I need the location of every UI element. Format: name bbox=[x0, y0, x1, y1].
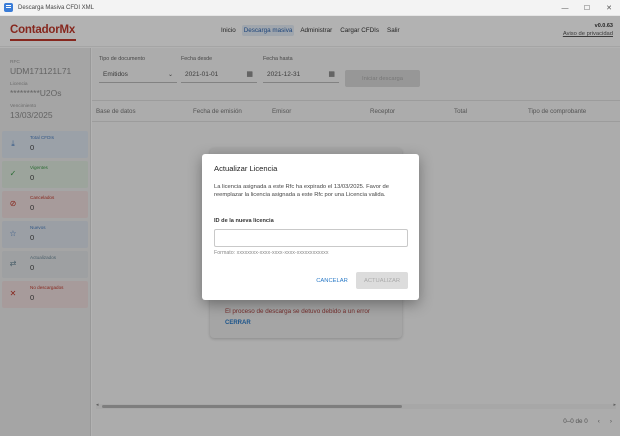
window-controls: — ☐ ✕ bbox=[554, 0, 620, 16]
cancel-button[interactable]: CANCELAR bbox=[314, 272, 350, 289]
dialog-message: La licencia asignada a este Rfc ha expir… bbox=[214, 184, 389, 198]
licencia-format-hint: Formato: xxxxxxxx-xxxx-xxxx-xxxx-xxxxxxx… bbox=[214, 250, 329, 256]
licencia-id-label: ID de la nueva licencia bbox=[214, 218, 274, 224]
minimize-button[interactable]: — bbox=[554, 0, 576, 16]
actualizar-licencia-dialog: Actualizar Licencia La licencia asignada… bbox=[202, 154, 419, 300]
licencia-id-input[interactable] bbox=[214, 229, 408, 247]
app-icon bbox=[4, 3, 13, 12]
maximize-button[interactable]: ☐ bbox=[576, 0, 598, 16]
title-bar: Descarga Masiva CFDI XML — ☐ ✕ bbox=[0, 0, 620, 16]
window-title: Descarga Masiva CFDI XML bbox=[18, 4, 95, 11]
dialog-title: Actualizar Licencia bbox=[214, 164, 278, 173]
close-button[interactable]: ✕ bbox=[598, 0, 620, 16]
actualizar-button[interactable]: ACTUALIZAR bbox=[356, 272, 408, 289]
